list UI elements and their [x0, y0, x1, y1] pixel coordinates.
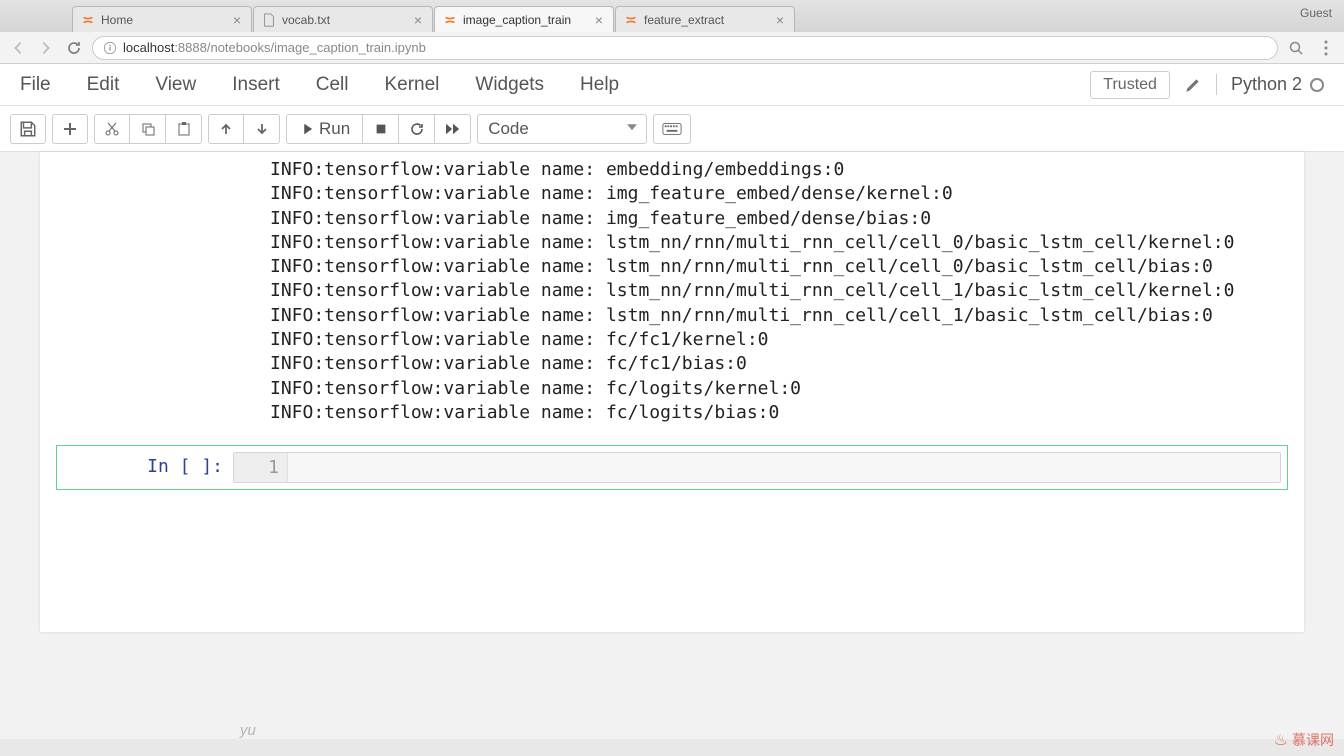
jupyter-icon	[443, 13, 457, 27]
menu-insert[interactable]: Insert	[232, 74, 280, 96]
address-bar-row: localhost:8888/notebooks/image_caption_t…	[0, 32, 1344, 64]
browser-tab[interactable]: vocab.txt×	[253, 6, 433, 32]
code-text[interactable]	[288, 453, 1280, 482]
zoom-icon[interactable]	[1286, 38, 1306, 58]
run-label: Run	[319, 119, 350, 139]
flame-icon: ♨	[1274, 730, 1288, 750]
run-button[interactable]: Run	[286, 114, 363, 144]
watermark: ♨ 慕课网	[1274, 730, 1334, 750]
menu-widgets[interactable]: Widgets	[475, 74, 544, 96]
restart-button[interactable]	[399, 114, 435, 144]
menu-icon[interactable]	[1316, 38, 1336, 58]
browser-tabs-bar: Home×vocab.txt×image_caption_train×featu…	[0, 0, 1344, 32]
tab-title: vocab.txt	[282, 13, 412, 27]
copy-button[interactable]	[130, 114, 166, 144]
forward-button[interactable]	[36, 38, 56, 58]
paste-button[interactable]	[166, 114, 202, 144]
notebook-page: INFO:tensorflow:variable name: embedding…	[40, 152, 1304, 632]
tab-close-icon[interactable]: ×	[231, 14, 243, 26]
menu-cell[interactable]: Cell	[316, 74, 349, 96]
url-host: localhost	[123, 40, 174, 55]
jupyter-icon	[624, 13, 638, 27]
cell-prompt: In [ ]:	[63, 452, 233, 483]
kernel-status-icon	[1310, 78, 1324, 92]
file-icon	[262, 13, 276, 27]
browser-tab[interactable]: image_caption_train×	[434, 6, 614, 32]
cut-button[interactable]	[94, 114, 130, 144]
reload-button[interactable]	[64, 38, 84, 58]
cell-output: INFO:tensorflow:variable name: embedding…	[40, 152, 1304, 435]
move-down-button[interactable]	[244, 114, 280, 144]
notebook-toolbar: Run Code	[0, 106, 1344, 152]
kernel-name: Python 2	[1231, 74, 1302, 95]
interrupt-button[interactable]	[363, 114, 399, 144]
line-number: 1	[234, 453, 288, 482]
move-up-button[interactable]	[208, 114, 244, 144]
info-icon	[103, 41, 117, 55]
trusted-button[interactable]: Trusted	[1090, 71, 1170, 99]
url-path: /notebooks/image_caption_train.ipynb	[207, 40, 426, 55]
tab-title: image_caption_train	[463, 13, 593, 27]
tab-close-icon[interactable]: ×	[412, 14, 424, 26]
restart-run-all-button[interactable]	[435, 114, 471, 144]
browser-chrome: Home×vocab.txt×image_caption_train×featu…	[0, 0, 1344, 64]
notebook-app: FileEditViewInsertCellKernelWidgetsHelp …	[0, 64, 1344, 739]
insert-cell-button[interactable]	[52, 114, 88, 144]
menu-file[interactable]: File	[20, 74, 51, 96]
save-button[interactable]	[10, 114, 46, 144]
kernel-indicator: Python 2	[1216, 74, 1324, 95]
menu-kernel[interactable]: Kernel	[384, 74, 439, 96]
tab-title: Home	[101, 13, 231, 27]
guest-label: Guest	[1300, 6, 1332, 20]
footer-text: yu	[240, 722, 1344, 739]
jupyter-icon	[81, 13, 95, 27]
browser-tab[interactable]: feature_extract×	[615, 6, 795, 32]
back-button[interactable]	[8, 38, 28, 58]
menu-view[interactable]: View	[155, 74, 196, 96]
tab-close-icon[interactable]: ×	[593, 14, 605, 26]
code-cell[interactable]: In [ ]: 1	[56, 445, 1288, 490]
code-input[interactable]: 1	[233, 452, 1281, 483]
cell-type-select[interactable]: Code	[477, 114, 647, 144]
browser-tab[interactable]: Home×	[72, 6, 252, 32]
url-port: :8888	[174, 40, 207, 55]
tab-title: feature_extract	[644, 13, 774, 27]
tab-close-icon[interactable]: ×	[774, 14, 786, 26]
menu-edit[interactable]: Edit	[87, 74, 120, 96]
edit-icon[interactable]	[1184, 76, 1202, 94]
address-bar[interactable]: localhost:8888/notebooks/image_caption_t…	[92, 36, 1278, 60]
command-palette-button[interactable]	[653, 114, 691, 144]
menu-help[interactable]: Help	[580, 74, 619, 96]
notebook-menubar: FileEditViewInsertCellKernelWidgetsHelp …	[0, 64, 1344, 106]
